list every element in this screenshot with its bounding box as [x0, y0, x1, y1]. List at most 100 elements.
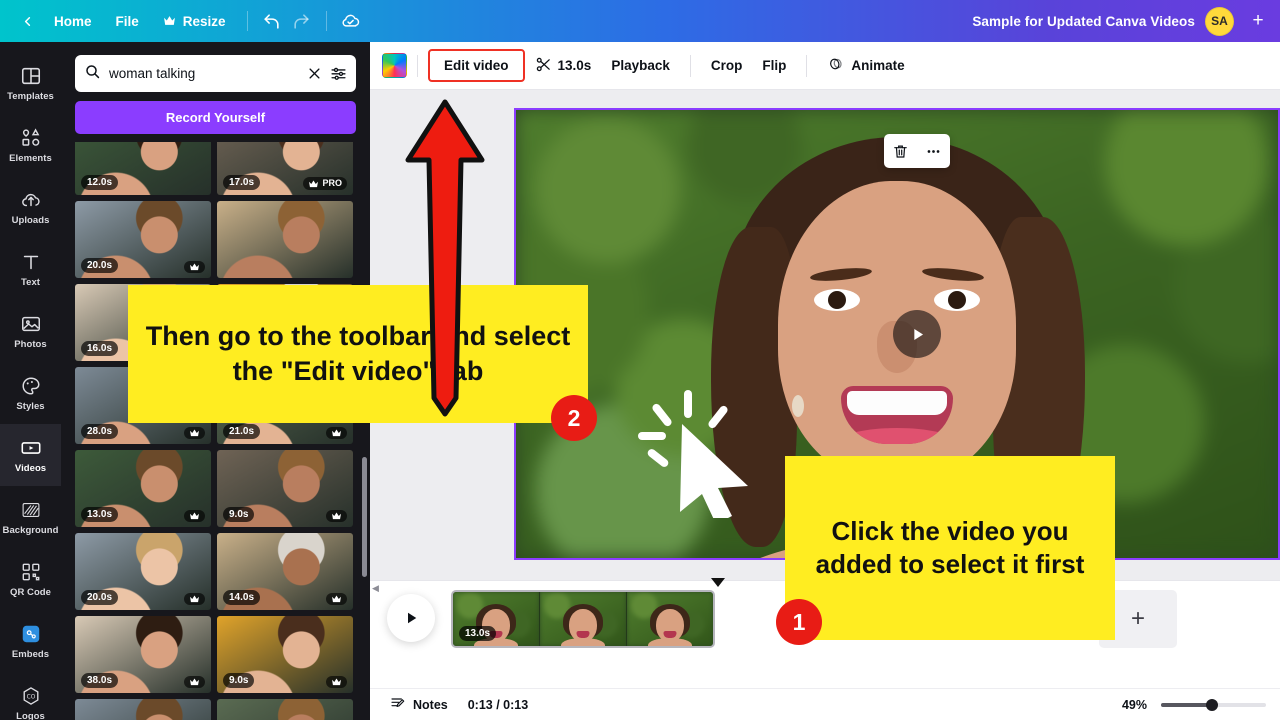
file-menu-button[interactable]: File	[104, 8, 151, 35]
callout-step-2: Then go to the toolbar and select the "E…	[128, 285, 588, 423]
animate-button[interactable]: Animate	[817, 48, 914, 83]
toolbar-divider-1	[417, 54, 418, 77]
styles-icon	[20, 375, 42, 397]
sidebar-item-templates[interactable]: Templates	[0, 52, 61, 114]
callout-step-1-text: Click the video you added to select it f…	[815, 515, 1085, 579]
playhead-marker-icon	[711, 578, 725, 587]
sidebar-item-photos[interactable]: Photos	[0, 300, 61, 362]
header-left-group: Home File Resize	[0, 6, 366, 36]
notes-label: Notes	[413, 697, 448, 712]
timeline-play-button[interactable]	[387, 594, 435, 642]
close-icon[interactable]	[307, 66, 322, 81]
video-thumbnail[interactable]: 17.0s PRO	[217, 142, 353, 195]
record-yourself-button[interactable]: Record Yourself	[75, 101, 356, 134]
sidebar-item-elements[interactable]: Elements	[0, 114, 61, 176]
video-thumbnail[interactable]: 14.0s	[217, 533, 353, 610]
sidebar-item-label: Elements	[9, 152, 52, 164]
crop-button[interactable]: Crop	[701, 51, 753, 80]
sidebar-item-text[interactable]: Text	[0, 238, 61, 300]
sidebar-item-uploads[interactable]: Uploads	[0, 176, 61, 238]
search-input[interactable]	[109, 66, 299, 81]
text-icon	[20, 251, 42, 273]
timeline-clip[interactable]: 13.0s	[451, 590, 715, 648]
more-horizontal-icon[interactable]	[925, 143, 942, 160]
sidebar-item-label: Templates	[7, 90, 54, 102]
pro-crown-icon	[184, 510, 205, 522]
subject-brow-right	[921, 265, 985, 284]
sidebar-item-embeds[interactable]: Embeds	[0, 610, 61, 672]
sidebar-item-videos[interactable]: Videos	[0, 424, 61, 486]
subject-eye-right	[934, 288, 980, 311]
video-thumbnail[interactable]: 13.0s	[75, 450, 211, 527]
video-thumbnail[interactable]: 12.0s	[75, 142, 211, 195]
pro-crown-icon	[326, 427, 347, 439]
zoom-slider-knob[interactable]	[1206, 698, 1218, 711]
avatar[interactable]: SA	[1205, 6, 1234, 36]
scissors-icon	[535, 56, 552, 76]
video-thumbnail[interactable]	[217, 201, 353, 278]
color-swatch-icon[interactable]	[382, 53, 407, 78]
trash-icon[interactable]	[892, 143, 909, 160]
step-badge-1: 1	[776, 599, 822, 645]
clip-duration-badge: 13.0s	[459, 626, 497, 641]
video-thumbnail[interactable]: 20.0s	[75, 201, 211, 278]
edit-video-tab[interactable]: Edit video	[428, 49, 525, 82]
document-title[interactable]: Sample for Updated Canva Videos	[972, 14, 1195, 29]
photos-icon	[20, 313, 42, 335]
video-thumbnail[interactable]: 9.0s	[217, 616, 353, 693]
sidebar-item-label: Text	[20, 276, 41, 288]
resize-button[interactable]: Resize	[151, 8, 238, 35]
header-divider-1	[246, 11, 248, 31]
sidebar-item-qr-code[interactable]: QR Code	[0, 548, 61, 610]
video-thumbnail[interactable]	[217, 699, 353, 720]
toolbar-divider-3	[806, 54, 808, 77]
crown-icon	[163, 14, 176, 29]
thumbnail-duration-badge: 38.0s	[81, 673, 119, 688]
panel-scrollbar[interactable]	[362, 457, 367, 577]
home-button[interactable]: Home	[42, 8, 104, 35]
click-cursor	[638, 390, 748, 518]
video-thumbnail[interactable]: 38.0s	[75, 616, 211, 693]
timeline-scroll-left-icon[interactable]: ◀	[372, 583, 379, 594]
clip-frame	[627, 592, 713, 646]
sidebar-item-logos[interactable]: CO Logos	[0, 672, 61, 720]
pro-crown-icon	[184, 427, 205, 439]
trim-button[interactable]: 13.0s	[525, 49, 602, 83]
callout-step-2-text: Then go to the toolbar and select the "E…	[145, 321, 571, 386]
zoom-slider[interactable]	[1161, 698, 1266, 711]
undo-button[interactable]	[257, 6, 287, 36]
video-play-overlay-button[interactable]	[893, 310, 941, 358]
header-right-group: Sample for Updated Canva Videos SA +	[972, 6, 1280, 36]
sidebar-item-styles[interactable]: Styles	[0, 362, 61, 424]
sidebar-item-label: Videos	[14, 462, 47, 474]
svg-text:CO: CO	[26, 694, 35, 700]
video-thumbnail[interactable]	[75, 699, 211, 720]
search-box[interactable]	[75, 55, 356, 92]
editor-toolbar: Edit video 13.0s Playback Crop Flip Anim…	[370, 42, 1280, 90]
add-page-label: +	[1130, 605, 1145, 632]
animate-label: Animate	[851, 58, 905, 73]
thumbnail-duration-badge: 13.0s	[81, 507, 119, 522]
sidebar-item-background[interactable]: Background	[0, 486, 61, 548]
pro-crown-icon	[184, 676, 205, 688]
home-label: Home	[54, 13, 92, 29]
thumbnail-duration-badge: 17.0s	[223, 175, 261, 190]
video-thumbnail[interactable]: 9.0s	[217, 450, 353, 527]
back-button[interactable]	[12, 6, 42, 36]
search-icon	[84, 63, 101, 85]
sidebar-item-label: Uploads	[11, 214, 50, 226]
cloud-saved-icon[interactable]	[336, 6, 366, 36]
subject-earring	[792, 394, 804, 417]
zoom-control-group: 49%	[1122, 698, 1266, 712]
video-thumbnail[interactable]: 20.0s	[75, 533, 211, 610]
pro-crown-icon	[326, 593, 347, 605]
elements-icon	[20, 127, 42, 149]
add-collaborator-button[interactable]: +	[1244, 7, 1272, 35]
playback-button[interactable]: Playback	[601, 51, 680, 80]
status-bar: Notes 0:13 / 0:13 49%	[370, 688, 1280, 720]
notes-button[interactable]: Notes	[384, 691, 454, 718]
zoom-percent-label: 49%	[1121, 697, 1147, 712]
filter-sliders-icon[interactable]	[330, 65, 347, 82]
redo-button[interactable]	[287, 6, 317, 36]
flip-button[interactable]: Flip	[752, 51, 796, 80]
